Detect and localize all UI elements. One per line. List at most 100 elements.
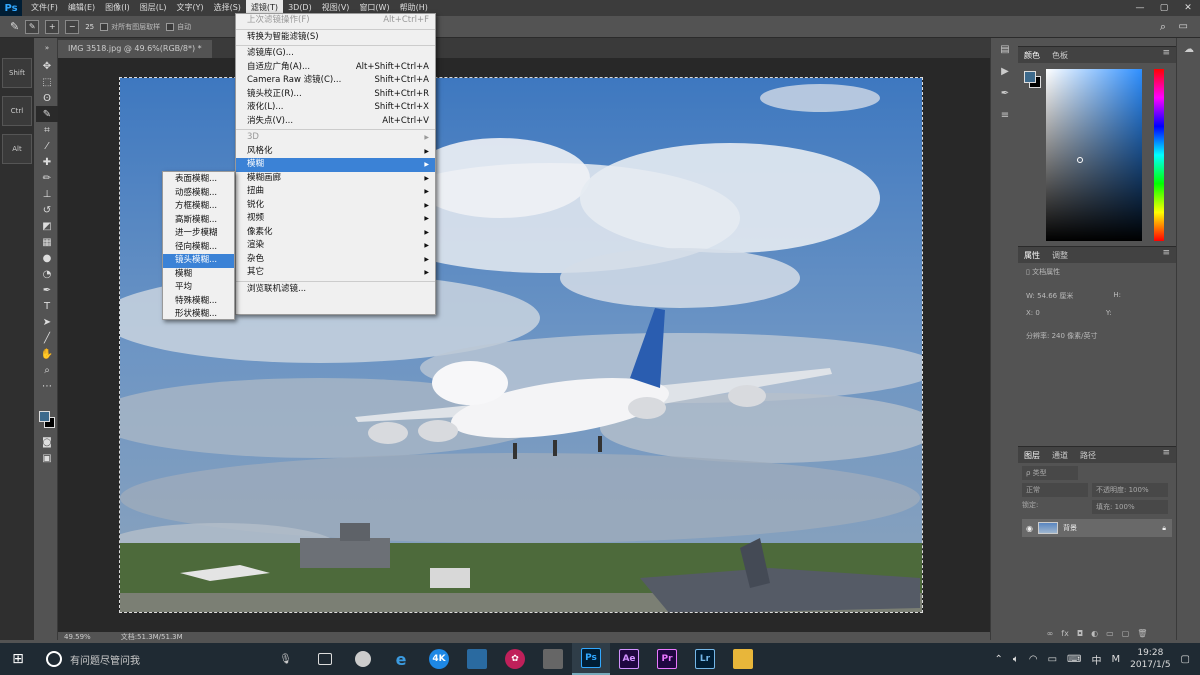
minimize-button[interactable]: — [1128, 0, 1152, 16]
foreground-color-swatch[interactable] [39, 411, 50, 422]
menu-layer[interactable]: 图层(L) [135, 0, 172, 16]
path-selection-icon[interactable]: ➤ [36, 314, 58, 330]
filter-menu-item[interactable]: 其它 ▶ [236, 266, 435, 280]
new-layer-icon[interactable]: ▢ [1122, 629, 1130, 641]
filter-menu-item[interactable]: 消失点(V)... Alt+Ctrl+V [236, 115, 435, 129]
blur-menu-item[interactable]: 高斯模糊... [163, 214, 234, 228]
new-selection-icon[interactable]: ✎ [25, 19, 40, 34]
blur-tool-icon[interactable]: ● [36, 250, 58, 266]
history-icon[interactable]: ▤ [991, 38, 1019, 60]
lightroom-icon[interactable]: Lr [686, 643, 724, 675]
ime-mode[interactable]: M [1111, 654, 1120, 665]
blur-menu-item[interactable]: 模糊 [163, 268, 234, 282]
blur-menu-item[interactable]: 形状模糊... [163, 308, 234, 322]
toolbar-collapse-icon[interactable]: » [36, 38, 58, 58]
menu-type[interactable]: 文字(Y) [171, 0, 208, 16]
filter-menu-item[interactable]: 浏览联机滤镜... [236, 283, 435, 297]
panel-menu-icon[interactable]: ≡ [1162, 448, 1170, 458]
auto-enhance-checkbox[interactable]: 自动 [166, 22, 191, 32]
hue-slider[interactable] [1154, 69, 1164, 241]
eraser-tool-icon[interactable]: ◩ [36, 218, 58, 234]
hand-tool-icon[interactable]: ✋ [36, 346, 58, 362]
volume-icon[interactable]: 🔈︎ [1013, 654, 1019, 665]
actions-icon[interactable]: ▶ [991, 60, 1019, 82]
adjustments-icon[interactable]: ≡ [991, 104, 1019, 126]
trash-icon[interactable]: 🗑︎ [1137, 629, 1147, 641]
eyedropper-tool-icon[interactable]: ⁄ [36, 138, 58, 154]
after-effects-icon[interactable]: Ae [610, 643, 648, 675]
monitor-app-icon[interactable] [534, 643, 572, 675]
marquee-tool-icon[interactable]: ⬚ [36, 74, 58, 90]
crop-tool-icon[interactable]: ⌗ [36, 122, 58, 138]
gradient-tool-icon[interactable]: ▦ [36, 234, 58, 250]
group-icon[interactable]: ▭ [1106, 629, 1114, 641]
brushes-icon[interactable]: ✒ [991, 82, 1019, 104]
maximize-button[interactable]: ▢ [1152, 0, 1176, 16]
zoom-level[interactable]: 49.59% [64, 632, 91, 642]
keyboard-icon[interactable]: ⌨ [1067, 654, 1081, 665]
type-tool-icon[interactable]: T [36, 298, 58, 314]
panel-menu-icon[interactable]: ≡ [1162, 48, 1170, 58]
filter-menu-item[interactable]: 模糊画廊 ▶ [236, 172, 435, 186]
y-value[interactable]: Y: [1106, 309, 1112, 317]
filter-menu-item[interactable]: 自适应广角(A)... Alt+Shift+Ctrl+A [236, 61, 435, 75]
libraries-icon[interactable]: ☁ [1177, 38, 1200, 60]
tab-swatches[interactable]: 色板 [1052, 50, 1068, 61]
photoshop-taskbar-icon[interactable]: Ps [572, 643, 610, 675]
tab-properties[interactable]: 属性 [1024, 250, 1040, 261]
blur-menu-item[interactable]: 方框模糊... [163, 200, 234, 214]
ime-indicator[interactable]: 中 [1091, 652, 1101, 667]
blur-menu-item[interactable]: 表面模糊... [163, 173, 234, 187]
windows-start-icon[interactable]: ⊞ [0, 643, 36, 675]
notifications-icon[interactable]: ▢ [1181, 654, 1190, 665]
cortana-search[interactable]: 有问题尽管问我 🎙︎ [36, 643, 306, 675]
blur-menu-item[interactable]: 进一步模糊 [163, 227, 234, 241]
image-app-icon[interactable] [458, 643, 496, 675]
brush-size[interactable]: 25 [85, 23, 94, 31]
file-explorer-icon[interactable] [724, 643, 762, 675]
blur-menu-item[interactable]: 动感模糊... [163, 187, 234, 201]
filter-menu-item[interactable]: 锐化 ▶ [236, 199, 435, 213]
move-tool-icon[interactable]: ✥ [36, 58, 58, 74]
adjustment-layer-icon[interactable]: ◐ [1091, 629, 1098, 641]
line-tool-icon[interactable]: ╱ [36, 330, 58, 346]
lasso-tool-icon[interactable]: ʘ [36, 90, 58, 106]
layer-name[interactable]: 背景 [1063, 523, 1077, 533]
network-icon[interactable]: ◠ [1029, 654, 1038, 665]
clone-stamp-icon[interactable]: ⊥ [36, 186, 58, 202]
fill-field[interactable]: 填充: 100% [1092, 500, 1168, 514]
filter-menu-item[interactable]: 像素化 ▶ [236, 226, 435, 240]
quick-selection-tool-icon[interactable]: ✎ [36, 106, 58, 122]
filter-menu-item[interactable]: 风格化 ▶ [236, 145, 435, 159]
screen-mode-icon[interactable]: ▣ [36, 450, 58, 466]
filter-menu-item[interactable]: 镜头校正(R)... Shift+Ctrl+R [236, 88, 435, 102]
blur-menu-item[interactable]: 特殊模糊... [163, 295, 234, 309]
color-field[interactable] [1046, 69, 1142, 241]
mask-icon[interactable]: ◘ [1077, 629, 1083, 641]
width-value[interactable]: W: 54.66 厘米 [1026, 291, 1073, 301]
tab-adjustments[interactable]: 调整 [1052, 250, 1068, 261]
menu-image[interactable]: 图像(I) [100, 0, 135, 16]
filter-menu-item[interactable]: 模糊 ▶ [236, 158, 435, 172]
link-icon[interactable]: ∞ [1047, 629, 1054, 641]
quick-mask-icon[interactable]: ◙ [36, 434, 58, 450]
more-tools-icon[interactable]: ⋯ [36, 378, 58, 394]
document-tab[interactable]: IMG 3518.jpg @ 49.6%(RGB/8*) * [58, 40, 212, 58]
color-swatches[interactable] [39, 411, 55, 429]
sample-all-checkbox[interactable]: 对所有图层取样 [100, 22, 160, 32]
healing-brush-icon[interactable]: ✚ [36, 154, 58, 170]
layer-filter-dropdown[interactable]: ρ 类型 [1022, 466, 1078, 480]
pen-tool-icon[interactable]: ✒ [36, 282, 58, 298]
menu-file[interactable]: 文件(F) [26, 0, 63, 16]
davinci-icon[interactable]: ✿ [496, 643, 534, 675]
filter-menu-item[interactable]: 转换为智能滤镜(S) [236, 31, 435, 45]
menu-edit[interactable]: 编辑(E) [63, 0, 100, 16]
blur-menu-item[interactable]: 径向模糊... [163, 241, 234, 255]
microphone-icon[interactable]: 🎙︎ [279, 654, 292, 665]
panel-menu-icon[interactable]: ≡ [1162, 248, 1170, 258]
filter-menu-item[interactable]: 视频 ▶ [236, 212, 435, 226]
history-brush-icon[interactable]: ↺ [36, 202, 58, 218]
tab-channels[interactable]: 通道 [1052, 450, 1068, 461]
filter-menu-item[interactable]: 液化(L)... Shift+Ctrl+X [236, 101, 435, 115]
tab-layers[interactable]: 图层 [1024, 450, 1040, 461]
